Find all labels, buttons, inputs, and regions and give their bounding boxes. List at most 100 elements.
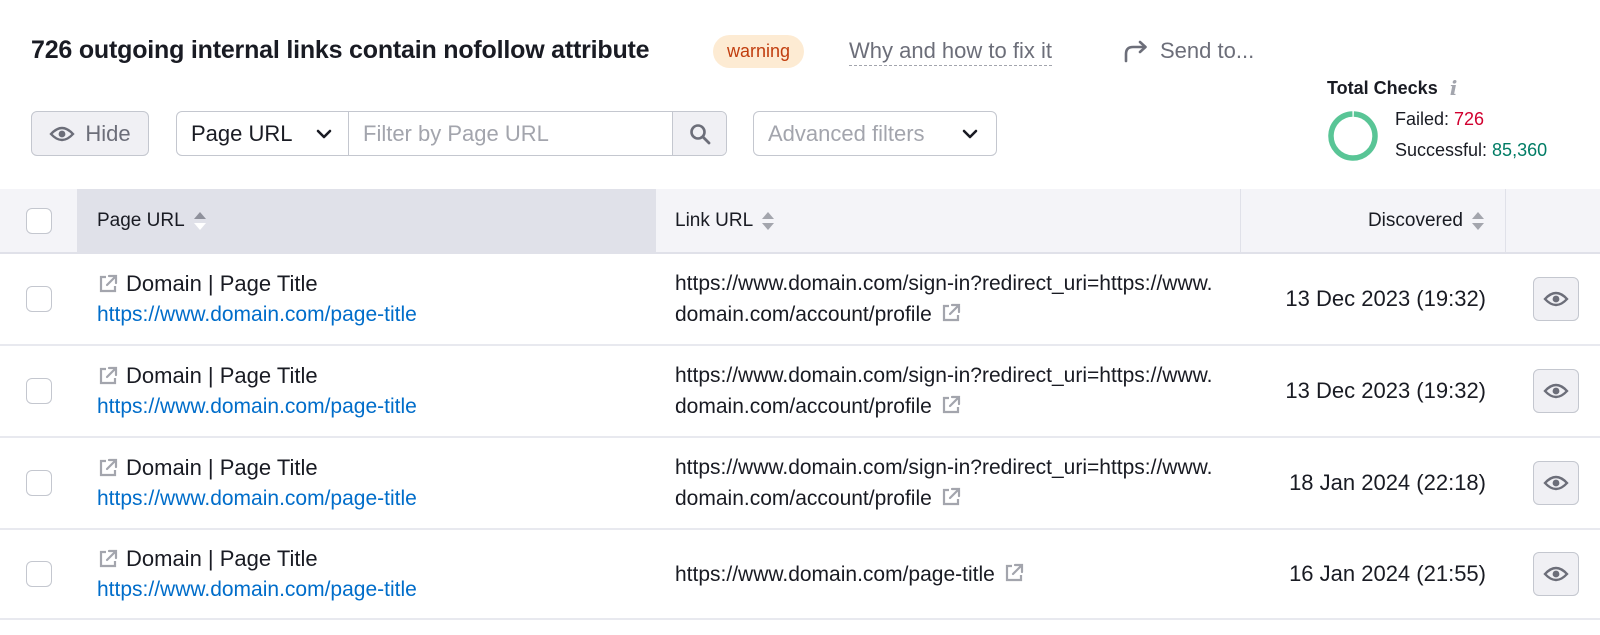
eye-icon [1543,383,1569,399]
total-checks-widget: Total Checks i Failed: 726 Successful: 8… [1327,76,1547,161]
row-checkbox[interactable] [25,378,52,404]
page-title-line: Domain | Page Title [97,268,318,299]
column-header-actions [1506,189,1600,252]
share-arrow-icon [1124,40,1147,63]
discovered-date: 16 Jan 2024 (21:55) [1289,561,1486,586]
issue-title: 726 outgoing internal links contain nofo… [31,36,650,64]
actions-cell [1506,254,1600,344]
page-url-cell: Domain | Page Title https://www.domain.c… [77,254,656,344]
page-title: Domain | Page Title [126,546,318,571]
advanced-filters-label: Advanced filters [768,120,925,146]
row-checkbox[interactable] [25,470,52,496]
discovered-date: 13 Dec 2023 (19:32) [1285,378,1486,403]
row-checkbox-cell [0,254,77,344]
view-details-button[interactable] [1533,552,1579,596]
successful-value: 85,360 [1492,140,1548,160]
checks-donut-chart [1328,111,1378,161]
column-header-link-url[interactable]: Link URL [656,189,1241,252]
filter-input[interactable] [349,112,672,155]
row-checkbox-cell [0,530,77,618]
link-url-text: https://www.domain.com/sign-in?redirect_… [675,360,1215,422]
link-url-text: https://www.domain.com/sign-in?redirect_… [675,268,1215,330]
page-url-cell: Domain | Page Title https://www.domain.c… [77,346,656,436]
actions-cell [1506,530,1600,618]
column-label: Page URL [97,209,185,231]
eye-icon [49,126,76,141]
row-checkbox[interactable] [25,286,52,312]
link-url-cell: https://www.domain.com/sign-in?redirect_… [656,254,1241,344]
discovered-cell: 16 Jan 2024 (21:55) [1241,530,1506,618]
external-link-icon[interactable] [97,548,119,570]
hide-label: Hide [85,120,131,146]
successful-label: Successful: [1395,140,1493,160]
chevron-down-icon [962,129,978,138]
column-header-discovered[interactable]: Discovered [1241,189,1506,252]
page-title: Domain | Page Title [126,271,318,296]
page-title: Domain | Page Title [126,455,318,480]
link-url[interactable]: https://www.domain.com/page-title [675,563,995,586]
external-link-icon[interactable] [940,486,962,508]
table-row: Domain | Page Title https://www.domain.c… [0,346,1600,438]
table-header: Page URL Link URL Discovered [0,189,1600,254]
view-details-button[interactable] [1533,369,1579,413]
view-details-button[interactable] [1533,277,1579,321]
discovered-cell: 18 Jan 2024 (22:18) [1241,438,1506,528]
total-checks-label: Total Checks [1327,77,1438,98]
donut-success-arc [1328,111,1378,161]
external-link-icon[interactable] [97,365,119,387]
successful-count: Successful: 85,360 [1395,140,1547,161]
page-title-line: Domain | Page Title [97,543,318,574]
table-body: Domain | Page Title https://www.domain.c… [0,254,1600,620]
page-url-cell: Domain | Page Title https://www.domain.c… [77,438,656,528]
column-label: Discovered [1367,209,1463,231]
discovered-date: 18 Jan 2024 (22:18) [1289,470,1486,495]
failed-count: Failed: 726 [1395,109,1484,130]
sort-arrows-icon[interactable] [1471,210,1485,232]
eye-icon [1543,475,1569,491]
actions-cell [1506,346,1600,436]
link-url-text: https://www.domain.com/sign-in?redirect_… [675,452,1215,514]
page-url-link[interactable]: https://www.domain.com/page-title [97,483,417,514]
info-icon[interactable]: i [1450,76,1458,100]
link-url-cell: https://www.domain.com/sign-in?redirect_… [656,346,1241,436]
external-link-icon[interactable] [97,273,119,295]
filter-field-label: Page URL [191,120,293,146]
chevron-down-icon [316,129,332,138]
search-button[interactable] [672,112,726,155]
link-url-text: https://www.domain.com/page-title [675,559,1215,590]
link-url-cell: https://www.domain.com/sign-in?redirect_… [656,438,1241,528]
page-title-line: Domain | Page Title [97,360,318,391]
discovered-date: 13 Dec 2023 (19:32) [1285,286,1486,311]
total-checks-title: Total Checks i [1327,76,1457,100]
page-title-line: Domain | Page Title [97,452,318,483]
external-link-icon[interactable] [940,394,962,416]
failed-label: Failed: [1395,109,1455,129]
sort-arrows-icon[interactable] [193,210,207,232]
send-to-label: Send to... [1160,38,1255,63]
eye-icon [1543,291,1569,307]
actions-cell [1506,438,1600,528]
why-and-how-to-fix-link[interactable]: Why and how to fix it [849,38,1052,66]
row-checkbox-cell [0,438,77,528]
column-header-page-url[interactable]: Page URL [77,189,656,252]
column-label: Link URL [675,209,754,231]
external-link-icon[interactable] [97,457,119,479]
hide-button[interactable]: Hide [31,111,149,156]
advanced-filters-dropdown[interactable]: Advanced filters [753,111,997,156]
row-checkbox-cell [0,346,77,436]
page-url-link[interactable]: https://www.domain.com/page-title [97,574,417,605]
external-link-icon[interactable] [1003,562,1025,584]
view-details-button[interactable] [1533,461,1579,505]
page-url-link[interactable]: https://www.domain.com/page-title [97,299,417,330]
page-url-link[interactable]: https://www.domain.com/page-title [97,391,417,422]
external-link-icon[interactable] [940,302,962,324]
select-all-checkbox[interactable] [25,207,52,234]
sort-arrows-icon[interactable] [761,210,775,232]
filter-field-select[interactable]: Page URL [177,112,349,155]
row-checkbox[interactable] [25,561,52,587]
page-url-filter: Page URL [176,111,727,156]
issues-table: Page URL Link URL Discovered Domain | Pa… [0,189,1600,620]
send-to-button[interactable]: Send to... [1122,36,1254,66]
failed-value: 726 [1454,109,1485,129]
warning-badge: warning [713,35,805,68]
